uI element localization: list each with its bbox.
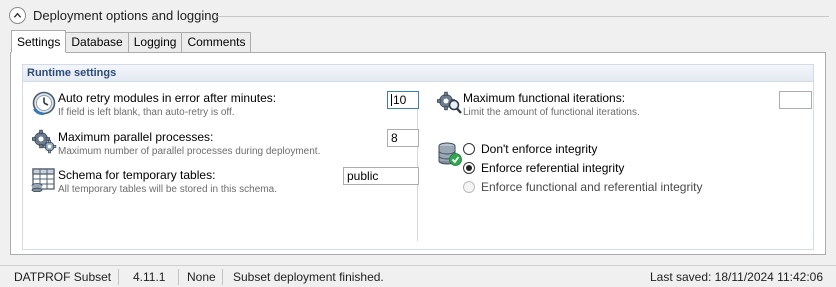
runtime-settings-group: Runtime settings Auto retry modules in e… <box>22 64 814 250</box>
radio-dot <box>466 165 472 171</box>
gears-icon <box>31 129 57 154</box>
collapse-button[interactable] <box>9 7 26 24</box>
status-separator <box>178 269 179 285</box>
status-version: 4.11.1 <box>133 270 166 284</box>
auto-retry-value: 10 <box>393 93 407 107</box>
max-parallel-description: Maximum number of parallel processes dur… <box>58 146 321 157</box>
max-functional-setting: Maximum functional iterations: Limit the… <box>436 89 776 121</box>
radio-button[interactable] <box>463 143 475 155</box>
status-bar: DATPROF Subset 4.11.1 None Subset deploy… <box>0 265 836 287</box>
table-icon <box>31 168 55 192</box>
integrity-option-none[interactable]: Don't enforce integrity <box>463 141 597 157</box>
auto-retry-input[interactable]: 10 <box>387 91 419 109</box>
tab-settings[interactable]: Settings <box>11 30 67 53</box>
max-functional-description: Limit the amount of functional iteration… <box>463 107 640 118</box>
schema-description: All temporary tables will be stored in t… <box>58 184 277 195</box>
integrity-option-functional-referential[interactable]: Enforce functional and referential integ… <box>463 179 702 195</box>
column-divider <box>417 91 418 241</box>
max-parallel-label: Maximum parallel processes: <box>58 130 214 144</box>
database-check-icon <box>438 142 462 166</box>
integrity-option-referential[interactable]: Enforce referential integrity <box>463 160 624 176</box>
settings-panel: Runtime settings Auto retry modules in e… <box>10 52 826 255</box>
status-separator <box>118 269 119 285</box>
max-functional-label: Maximum functional iterations: <box>463 91 626 105</box>
section-divider <box>217 16 829 17</box>
tab-strip: Settings Database Logging Comments <box>11 30 252 53</box>
max-parallel-setting: Maximum parallel processes: Maximum numb… <box>31 128 411 160</box>
max-functional-input[interactable] <box>779 91 812 109</box>
schema-input[interactable]: public <box>343 167 419 185</box>
schema-label: Schema for temporary tables: <box>58 168 216 182</box>
status-connection: None <box>187 270 216 284</box>
text-caret <box>391 94 392 106</box>
status-message: Subset deployment finished. <box>233 270 384 284</box>
runtime-settings-header: Runtime settings <box>23 65 813 82</box>
section-header: Deployment options and logging <box>9 6 829 26</box>
status-separator <box>222 269 223 285</box>
integrity-option-label: Enforce functional and referential integ… <box>481 180 703 194</box>
status-product: DATPROF Subset <box>14 270 112 284</box>
chevron-up-icon <box>13 12 22 18</box>
auto-retry-label: Auto retry modules in error after minute… <box>58 91 277 105</box>
clock-retry-icon <box>32 91 56 115</box>
integrity-option-label: Don't enforce integrity <box>481 142 598 156</box>
auto-retry-setting: Auto retry modules in error after minute… <box>31 89 411 121</box>
section-title: Deployment options and logging <box>33 8 219 23</box>
tab-logging[interactable]: Logging <box>128 32 183 53</box>
gear-search-icon <box>436 91 462 114</box>
tab-comments[interactable]: Comments <box>182 32 252 53</box>
radio-button-disabled[interactable] <box>463 181 475 193</box>
auto-retry-description: If field is left blank, than auto-retry … <box>58 107 235 118</box>
tab-database[interactable]: Database <box>66 32 129 53</box>
integrity-option-label: Enforce referential integrity <box>481 161 625 175</box>
radio-button-selected[interactable] <box>463 162 475 174</box>
max-parallel-input[interactable]: 8 <box>387 129 419 147</box>
status-last-saved: Last saved: 18/11/2024 11:42:06 <box>649 270 823 284</box>
